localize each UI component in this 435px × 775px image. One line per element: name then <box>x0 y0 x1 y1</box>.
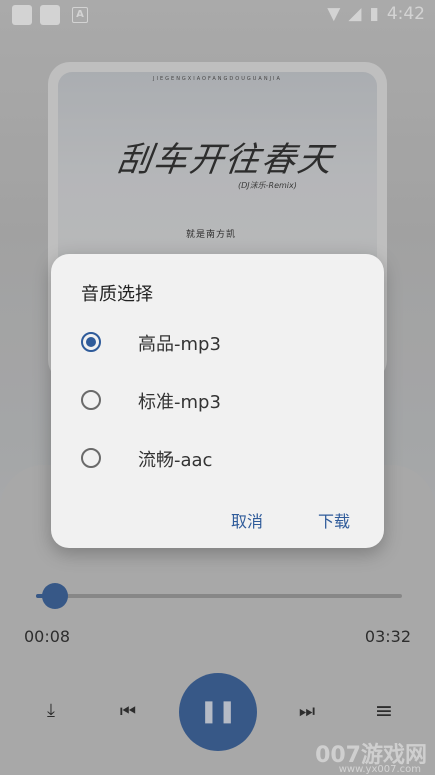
quality-option-label: 高品-mp3 <box>138 334 221 355</box>
quality-option-label: 流畅-aac <box>138 450 213 471</box>
cancel-button[interactable]: 取消 <box>231 508 263 532</box>
quality-dialog: 音质选择 高品-mp3 标准-mp3 流畅-aac 取消 下载 <box>51 254 384 548</box>
radio-icon[interactable] <box>81 448 101 468</box>
radio-icon[interactable] <box>81 332 101 352</box>
radio-icon[interactable] <box>81 390 101 410</box>
dialog-title: 音质选择 <box>81 284 153 305</box>
quality-option-standard[interactable]: 标准-mp3 <box>81 382 361 422</box>
quality-option-smooth[interactable]: 流畅-aac <box>81 440 361 480</box>
quality-option-high[interactable]: 高品-mp3 <box>81 324 361 364</box>
quality-option-label: 标准-mp3 <box>138 392 221 413</box>
download-button[interactable]: 下载 <box>318 508 350 532</box>
